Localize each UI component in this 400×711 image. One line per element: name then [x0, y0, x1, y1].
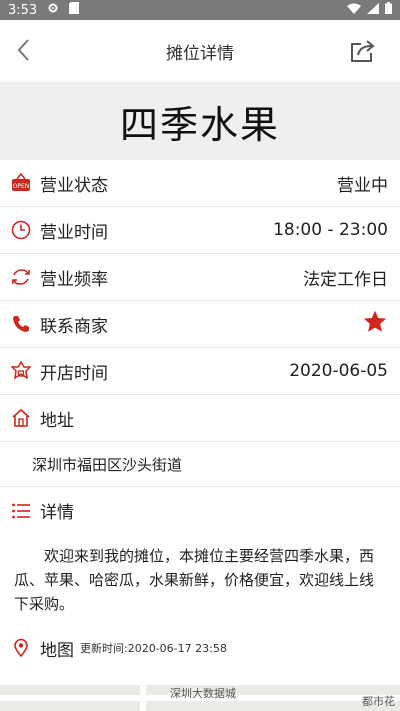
row-hours-label: 营业时间 — [40, 222, 108, 243]
signal-icon — [367, 2, 379, 18]
back-button[interactable] — [10, 36, 38, 64]
row-opened-value: 2020-06-05 — [289, 361, 388, 381]
row-status-label: 营业状态 — [40, 175, 108, 196]
page-title: 摊位详情 — [166, 43, 234, 64]
map-updated: 更新时间:2020-06-17 23:58 — [80, 642, 227, 655]
settings-icon — [47, 2, 59, 18]
row-contact[interactable]: 联系商家 — [0, 301, 400, 348]
share-icon — [351, 40, 375, 62]
row-frequency: 营业频率 法定工作日 — [0, 254, 400, 301]
map-road — [140, 685, 146, 711]
row-hours: 营业时间 18:00 - 23:00 — [0, 207, 400, 254]
status-bar: 3:53 — [0, 0, 400, 20]
open-sign-icon: OPEN — [10, 172, 32, 194]
row-hours-value: 18:00 - 23:00 — [273, 220, 388, 240]
share-button[interactable] — [348, 36, 378, 66]
svg-text:OPEN: OPEN — [13, 183, 30, 190]
map-label: 地图 — [40, 640, 74, 661]
map-view[interactable]: 深圳大数据城 都市花 — [0, 685, 400, 711]
shop-icon — [10, 360, 32, 382]
row-address-label: 地址 — [40, 410, 74, 431]
list-icon — [10, 500, 32, 522]
nav-bar: 摊位详情 — [0, 20, 400, 83]
map-place-label: 深圳大数据城 — [170, 687, 236, 700]
map-place-label: 都市花 — [362, 695, 395, 708]
row-address: 地址 — [0, 395, 400, 442]
sd-card-icon — [69, 2, 80, 18]
address-text: 深圳市福田区沙头街道 — [0, 442, 400, 487]
row-status: OPEN 营业状态 营业中 — [0, 160, 400, 207]
wifi-icon — [347, 3, 361, 18]
star-icon — [363, 310, 387, 332]
favorite-button[interactable] — [362, 309, 388, 340]
battery-icon — [385, 2, 392, 18]
row-detail: 详情 — [0, 487, 400, 534]
row-frequency-value: 法定工作日 — [303, 269, 388, 290]
row-contact-label: 联系商家 — [40, 316, 108, 337]
house-icon — [10, 407, 32, 429]
stall-header: 四季水果 — [0, 83, 400, 160]
row-opened-label: 开店时间 — [40, 363, 108, 384]
status-time: 3:53 — [8, 2, 38, 18]
detail-label: 详情 — [40, 503, 74, 523]
clock-icon — [10, 219, 32, 241]
detail-text: 欢迎来到我的摊位，本摊位主要经营四季水果，西瓜、苹果、哈密瓜，水果新鲜，价格便宜… — [14, 547, 375, 613]
location-pin-icon — [10, 637, 32, 659]
stall-name: 四季水果 — [119, 103, 280, 147]
cycle-icon — [10, 266, 32, 288]
back-arrow-icon — [17, 39, 29, 61]
map-header: 地图 更新时间:2020-06-17 23:58 — [0, 626, 400, 670]
phone-icon — [10, 313, 32, 335]
row-status-value: 营业中 — [337, 175, 388, 196]
row-opened: 开店时间 2020-06-05 — [0, 348, 400, 395]
row-frequency-label: 营业频率 — [40, 269, 108, 290]
